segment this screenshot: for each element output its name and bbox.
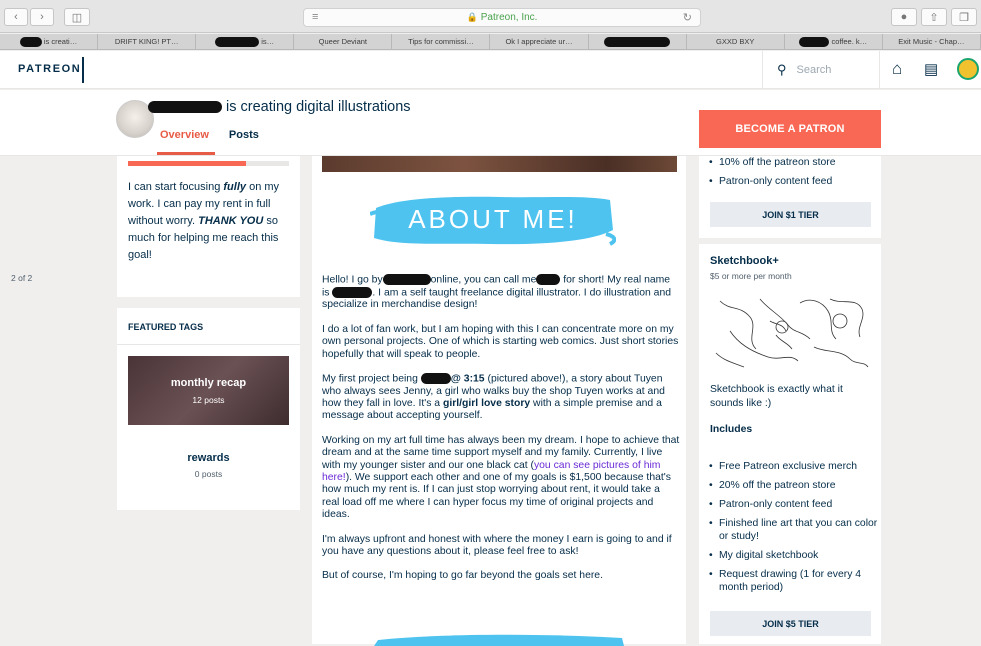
tag-name: rewards — [187, 452, 230, 464]
tag-name: monthly recap — [170, 377, 247, 389]
goal-count: 2 of 2 — [11, 273, 33, 283]
tag-count: 0 posts — [194, 469, 223, 479]
header-image — [322, 156, 677, 172]
browser-tab[interactable]: Exit Music - Chap… — [883, 34, 981, 49]
reader-icon[interactable]: ≡ — [312, 11, 318, 23]
goal-progress-fill — [128, 161, 246, 166]
goal-card: I can start focusing fully on my work. I… — [117, 156, 300, 297]
browser-tab[interactable]: is creati… — [0, 34, 99, 49]
tier-1-benefits: 10% off the patreon store Patron-only co… — [703, 156, 879, 194]
search-placeholder: Search — [796, 64, 832, 76]
browser-tab[interactable]: GXXD BXY — [687, 34, 785, 49]
post-paragraph: Hello! I go by online, you can call me fo… — [322, 274, 672, 311]
creator-title: is creating digital illustrations — [148, 99, 411, 115]
tier-description: Sketchbook is exactly what it sounds lik… — [710, 384, 843, 409]
benefit-item: My digital sketchbook — [703, 549, 879, 562]
creator-nav: Overview Posts — [157, 129, 259, 155]
benefit-item: 10% off the patreon store — [703, 156, 879, 169]
browser-tab[interactable] — [589, 34, 687, 49]
join-1-tier-button[interactable]: JOIN $1 TIER — [710, 202, 871, 227]
benefit-item: Finished line art that you can color or … — [703, 517, 879, 543]
tier-price: $5 or more per month — [710, 271, 792, 281]
browser-tab[interactable]: is… — [196, 34, 295, 49]
site-header: PATREON ⚲ Search ⌂ ▤ — [0, 51, 981, 89]
bottom-brush-stroke — [374, 634, 624, 646]
about-post: ABOUT ME! Hello! I go by online, you can … — [312, 156, 686, 646]
tag-monthly-recap[interactable]: monthly recap 12 posts — [128, 356, 289, 425]
browser-nav-buttons: ‹ › ◫ — [4, 8, 90, 26]
post-paragraph: I do a lot of fan work, but I am hoping … — [322, 323, 679, 360]
search-icon: ⚲ — [777, 62, 787, 77]
includes-heading: Includes — [710, 424, 753, 435]
logo-bar — [82, 57, 84, 83]
browser-toolbar: ‹ › ◫ ≡ 🔒 Patreon, Inc. ↻ ● ⇧ ❐ — [0, 0, 981, 33]
browser-tab[interactable]: DRIFT KING! PT… — [98, 34, 197, 49]
browser-tab[interactable]: Tips for commissi… — [392, 34, 491, 49]
sketch-lines — [715, 298, 869, 368]
benefit-item: Free Patreon exclusive merch — [703, 460, 879, 473]
tab-posts[interactable]: Posts — [229, 129, 259, 141]
active-tab-indicator — [157, 152, 215, 155]
browser-right-controls: ● ⇧ ❐ — [891, 8, 977, 26]
benefit-item: 20% off the patreon store — [703, 479, 879, 492]
benefit-item: Request drawing (1 for every 4 month per… — [703, 568, 879, 594]
tabs-overview-icon[interactable]: ❐ — [951, 8, 977, 26]
goal-progress-bar — [128, 161, 289, 166]
become-patron-button[interactable]: BECOME A PATRON — [699, 110, 881, 148]
tier-1-card: 10% off the patreon store Patron-only co… — [699, 156, 881, 238]
sidebar-toggle-icon[interactable]: ◫ — [64, 8, 90, 26]
patreon-logo[interactable]: PATREON — [18, 63, 81, 75]
tier-name: Sketchbook+ — [710, 255, 779, 267]
featured-tags-title: FEATURED TAGS — [128, 322, 204, 332]
address-text: Patreon, Inc. — [480, 12, 538, 23]
tier-5-card: Sketchbook+ $5 or more per month Sketchb… — [699, 244, 881, 644]
messages-icon[interactable]: ▤ — [924, 60, 938, 78]
banner-text: ABOUT ME! — [408, 204, 578, 234]
featured-tags-card: FEATURED TAGS monthly recap 12 posts rew… — [117, 308, 300, 510]
browser-tabs: is creati… DRIFT KING! PT… is… Queer Dev… — [0, 34, 981, 50]
about-me-banner: ABOUT ME! — [370, 196, 616, 246]
lock-icon: 🔒 — [466, 12, 478, 22]
user-avatar[interactable] — [957, 58, 979, 80]
tag-rewards[interactable]: rewards 0 posts — [128, 452, 289, 479]
back-icon[interactable]: ‹ — [4, 8, 28, 26]
benefit-item: Patron-only content feed — [703, 498, 879, 511]
post-paragraph: I'm always upfront and honest with where… — [322, 533, 672, 558]
divider — [117, 344, 300, 345]
tab-overview[interactable]: Overview — [160, 129, 209, 141]
browser-tab[interactable]: coffee. k… — [785, 34, 883, 49]
tier-sketch-image — [715, 298, 869, 368]
forward-icon[interactable]: › — [30, 8, 54, 26]
join-5-tier-button[interactable]: JOIN $5 TIER — [710, 611, 871, 636]
tier-5-benefits: Free Patreon exclusive merch 20% off the… — [703, 460, 879, 600]
post-paragraph: My first project being @ 3:15 (pictured … — [322, 372, 665, 422]
browser-tab[interactable]: Queer Deviant — [294, 34, 393, 49]
post-paragraph: But of course, I'm hoping to go far beyo… — [322, 570, 603, 582]
post-body: Hello! I go by online, you can call me fo… — [322, 274, 680, 595]
redacted-name — [148, 101, 222, 114]
downloads-icon[interactable]: ● — [891, 8, 917, 26]
home-icon[interactable]: ⌂ — [892, 59, 902, 79]
goal-description: I can start focusing fully on my work. I… — [128, 181, 280, 261]
tag-count: 12 posts — [192, 395, 225, 405]
reload-icon[interactable]: ↻ — [683, 11, 692, 24]
search-input[interactable]: ⚲ Search — [762, 51, 880, 89]
browser-tab[interactable]: Ok I appreciate ur… — [490, 34, 589, 49]
post-paragraph: Working on my art full time has always b… — [322, 434, 680, 521]
benefit-item: Patron-only content feed — [703, 175, 879, 188]
share-icon[interactable]: ⇧ — [921, 8, 947, 26]
address-bar[interactable]: ≡ 🔒 Patreon, Inc. ↻ — [303, 8, 701, 27]
